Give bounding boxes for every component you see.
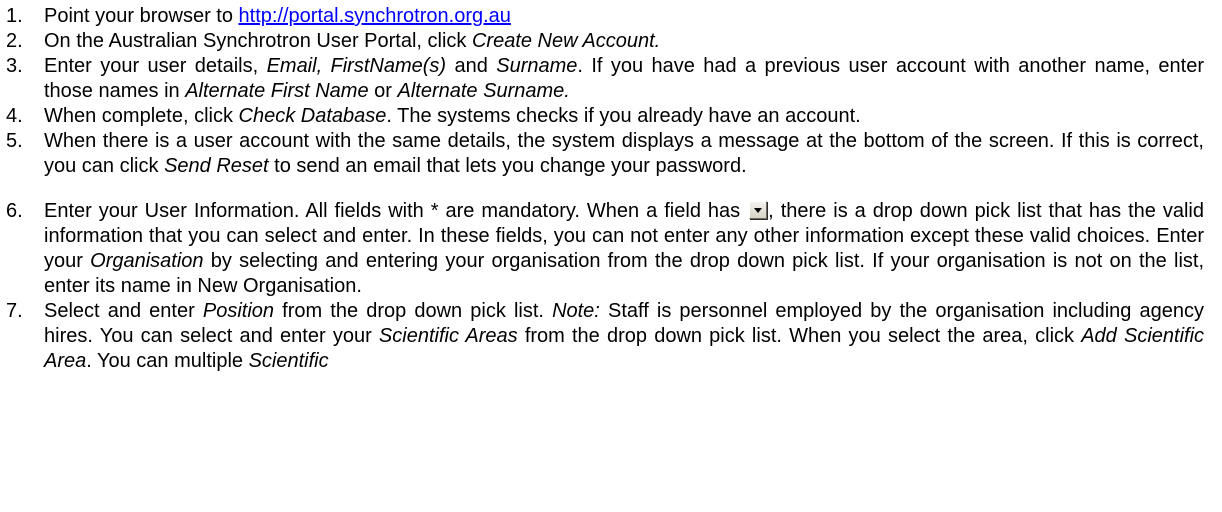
step-text: . You can multiple <box>86 350 249 372</box>
step-text: Select and enter <box>44 300 203 322</box>
ui-term: Send Reset <box>164 155 269 177</box>
step-text: and <box>446 55 497 77</box>
step-text: from the drop down pick list. <box>274 300 553 322</box>
list-item-number: 7. <box>6 300 23 322</box>
ui-term: Scientific <box>248 350 329 372</box>
list-item-number: 5. <box>6 130 23 152</box>
step-text: Enter your User Information. All fields … <box>44 200 748 222</box>
step-text: When complete, click <box>44 105 239 127</box>
step-text: On the Australian Synchrotron User Porta… <box>44 30 472 52</box>
step-text: from the drop down pick list. When you s… <box>517 325 1082 347</box>
list-item-number: 3. <box>6 55 23 77</box>
list-item-number: 6. <box>6 200 23 222</box>
list-item-number: 2. <box>6 30 23 52</box>
step-text: Point your browser to <box>44 5 239 27</box>
portal-link[interactable]: http://portal.synchrotron.org.au <box>239 5 511 27</box>
ui-term: Note: <box>552 300 600 322</box>
list-item-number: 4. <box>6 105 23 127</box>
instruction-list: 1. Point your browser to http://portal.sy… <box>0 4 1222 374</box>
list-item-number: 1. <box>6 5 23 27</box>
list-item: 6. Enter your User Information. All field… <box>0 199 1222 299</box>
ui-term: Alternate Surname. <box>397 80 570 102</box>
ui-term: Position <box>202 300 275 322</box>
ui-term: Create New Account. <box>471 30 661 52</box>
list-item: 2. On the Australian Synchrotron User Por… <box>0 29 1222 54</box>
step-text: to send an email that lets you change yo… <box>268 155 747 177</box>
step-text: Enter your user details, <box>44 55 267 77</box>
ui-term: Email, FirstName(s) <box>266 55 447 77</box>
list-item: 1. Point your browser to http://portal.sy… <box>0 4 1222 29</box>
ui-term: Organisation <box>90 250 204 272</box>
step-text: or <box>368 80 398 102</box>
ui-term: Scientific Areas <box>378 325 518 347</box>
list-item: 4. When complete, click Check Database. T… <box>0 104 1222 129</box>
dropdown-arrow-icon <box>749 201 768 219</box>
ui-term: Surname <box>496 55 578 77</box>
step-text: by selecting and entering your organisat… <box>44 250 1205 297</box>
step-text: . The systems checks if you already have… <box>386 105 861 127</box>
list-item: 7. Select and enter Position from the dro… <box>0 299 1222 374</box>
document-page: 1. Point your browser to http://portal.sy… <box>0 0 1222 512</box>
ui-term: Alternate First Name <box>185 80 369 102</box>
list-item: 5. When there is a user account with the … <box>0 129 1222 179</box>
ui-term: Check Database <box>238 105 387 127</box>
list-item: 3. Enter your user details, Email, FirstN… <box>0 54 1222 104</box>
